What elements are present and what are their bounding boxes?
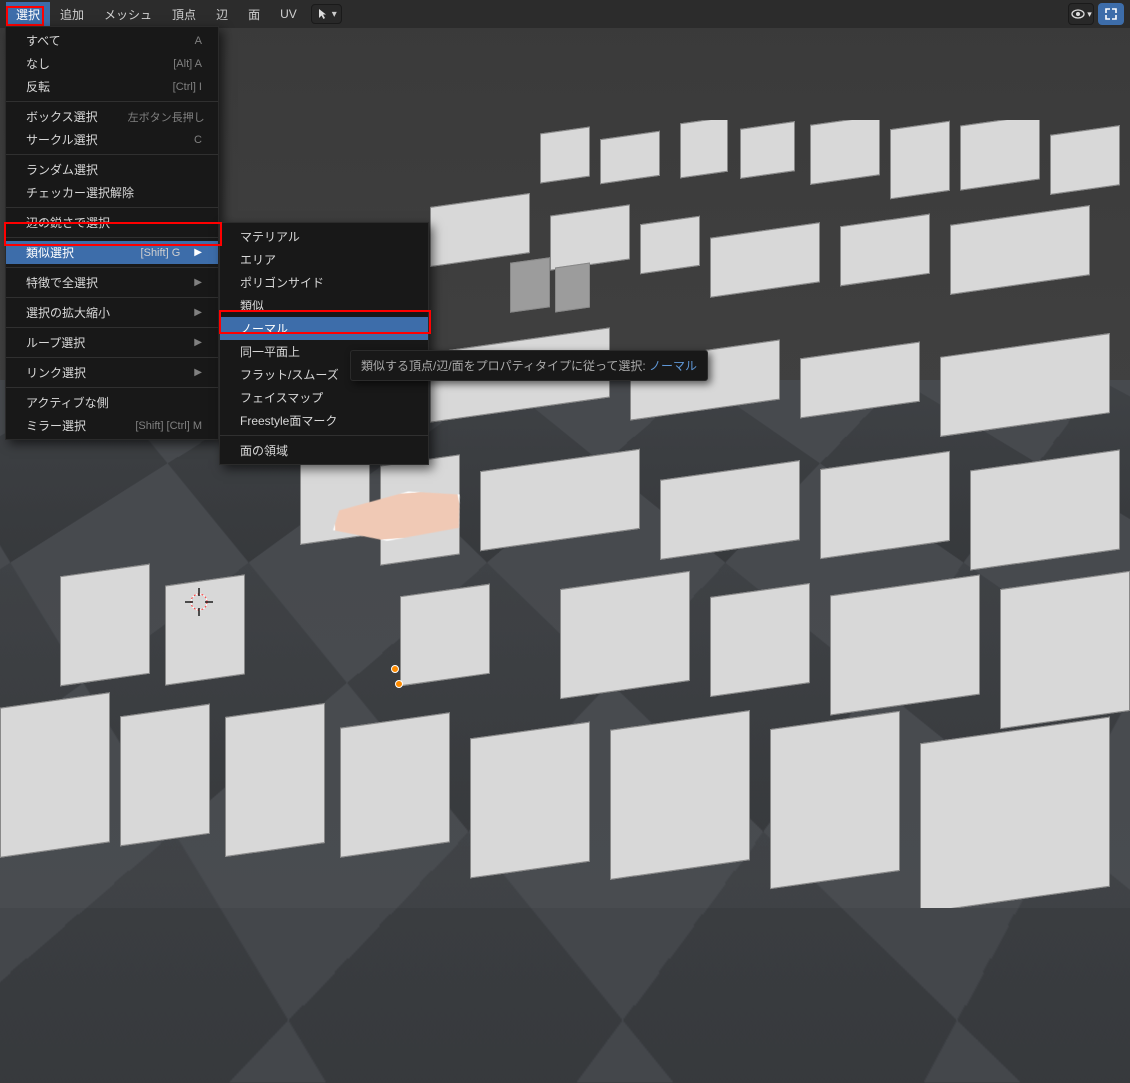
menu-item-all[interactable]: すべて A	[6, 29, 218, 52]
chevron-down-icon: ▾	[1087, 9, 1092, 20]
eye-icon	[1070, 6, 1086, 22]
submenu-item-freestyle-face-mark[interactable]: Freestyle面マーク	[220, 409, 428, 432]
chevron-right-icon: ▶	[194, 367, 202, 378]
submenu-item-normal[interactable]: ノーマル	[220, 317, 428, 340]
menu-item-label: フェイスマップ	[240, 389, 323, 406]
menu-separator	[6, 267, 218, 268]
menu-item-label: ループ選択	[26, 334, 85, 351]
menu-item-select-similar[interactable]: 類似選択 [Shift] G ▶	[6, 241, 218, 264]
menu-item-shortcut: [Alt] A	[173, 58, 202, 70]
visibility-toggle[interactable]: ▾	[1068, 3, 1094, 25]
menu-item-label: 面の領域	[240, 442, 288, 459]
menu-item-label: エリア	[240, 251, 276, 268]
header-toolbar: 選択 追加 メッシュ 頂点 辺 面 UV ▾ ▾	[0, 0, 1130, 28]
expand-icon	[1104, 7, 1118, 21]
menu-item-label: 辺の鋭さで選択	[26, 214, 110, 231]
chevron-down-icon: ▾	[332, 9, 337, 20]
menu-item-label: リンク選択	[26, 364, 86, 381]
menu-item-more-less[interactable]: 選択の拡大縮小 ▶	[6, 301, 218, 324]
menu-item-label: Freestyle面マーク	[240, 412, 337, 429]
menu-item-label: ノーマル	[240, 320, 288, 337]
menu-item-label: ミラー選択	[26, 417, 86, 434]
menu-item-label: 反転	[26, 78, 50, 95]
menu-separator	[6, 207, 218, 208]
submenu-item-polygon-sides[interactable]: ポリゴンサイド	[220, 271, 428, 294]
menu-item-label: アクティブな側	[26, 394, 109, 411]
menu-item-mirror-select[interactable]: ミラー選択 [Shift] [Ctrl] M	[6, 414, 218, 437]
menu-item-label: 特徴で全選択	[26, 274, 98, 291]
menu-item-side-of-active[interactable]: アクティブな側	[6, 391, 218, 414]
menu-item-shortcut: C	[194, 134, 202, 146]
menu-separator	[6, 357, 218, 358]
submenu-item-face-regions[interactable]: 面の領域	[220, 439, 428, 462]
submenu-item-similar[interactable]: 類似	[220, 294, 428, 317]
menu-item-label: ポリゴンサイド	[240, 274, 324, 291]
menu-item-label: 同一平面上	[240, 343, 300, 360]
menu-item-random[interactable]: ランダム選択	[6, 158, 218, 181]
menu-separator	[6, 297, 218, 298]
menu-item-checker-deselect[interactable]: チェッカー選択解除	[6, 181, 218, 204]
tooltip-text: 類似する頂点/辺/面をプロパティタイプに従って選択:	[361, 359, 646, 373]
menu-add[interactable]: 追加	[50, 2, 94, 27]
menu-mesh[interactable]: メッシュ	[94, 2, 162, 27]
menu-item-label: チェッカー選択解除	[26, 184, 134, 201]
menu-edge[interactable]: 辺	[206, 2, 238, 27]
menu-item-invert[interactable]: 反転 [Ctrl] I	[6, 75, 218, 98]
menu-item-label: 類似	[240, 297, 264, 314]
submenu-item-face-map[interactable]: フェイスマップ	[220, 386, 428, 409]
menu-item-label: ボックス選択	[26, 108, 98, 125]
menu-item-label: なし	[26, 55, 50, 72]
origin-point-icon	[391, 665, 399, 673]
menu-item-shortcut: [Ctrl] I	[173, 81, 202, 93]
submenu-item-area[interactable]: エリア	[220, 248, 428, 271]
submenu-item-material[interactable]: マテリアル	[220, 225, 428, 248]
menu-separator	[6, 387, 218, 388]
header-dropdown[interactable]: ▾	[311, 4, 342, 24]
menu-item-shortcut: [Shift] G	[141, 247, 181, 259]
menu-item-label: サークル選択	[26, 131, 98, 148]
menu-separator	[6, 237, 218, 238]
menu-item-all-by-trait[interactable]: 特徴で全選択 ▶	[6, 271, 218, 294]
menu-vertex[interactable]: 頂点	[162, 2, 206, 27]
menu-item-label: 選択の拡大縮小	[26, 304, 110, 321]
menu-item-shortcut: 左ボタン長押し	[128, 109, 205, 125]
tooltip: 類似する頂点/辺/面をプロパティタイプに従って選択: ノーマル	[350, 350, 708, 381]
menu-separator	[6, 154, 218, 155]
menu-item-loop-select[interactable]: ループ選択 ▶	[6, 331, 218, 354]
menu-item-label: フラット/スムーズ	[240, 366, 339, 383]
menu-item-box-select[interactable]: ボックス選択 左ボタン長押し	[6, 105, 218, 128]
menu-item-shortcut: [Shift] [Ctrl] M	[135, 420, 202, 432]
chevron-right-icon: ▶	[194, 277, 202, 288]
menu-select[interactable]: 選択	[6, 2, 50, 27]
menu-item-sharp-edges[interactable]: 辺の鋭さで選択	[6, 211, 218, 234]
menu-item-label: マテリアル	[240, 228, 300, 245]
menu-item-none[interactable]: なし [Alt] A	[6, 52, 218, 75]
tooltip-accent: ノーマル	[649, 359, 697, 373]
menu-item-label: ランダム選択	[26, 161, 98, 178]
menu-separator	[220, 435, 428, 436]
menu-item-label: 類似選択	[26, 244, 74, 261]
menu-separator	[6, 327, 218, 328]
origin-point-icon	[395, 680, 403, 688]
cursor-tool-icon	[316, 7, 330, 21]
cursor-3d-icon	[183, 586, 215, 618]
menu-separator	[6, 101, 218, 102]
chevron-right-icon: ▶	[194, 247, 202, 258]
menu-item-label: すべて	[26, 32, 61, 49]
menu-uv[interactable]: UV	[270, 3, 307, 25]
select-menu: すべて A なし [Alt] A 反転 [Ctrl] I ボックス選択 左ボタン…	[5, 26, 219, 440]
menu-item-shortcut: A	[195, 35, 202, 47]
menu-item-circle-select[interactable]: サークル選択 C	[6, 128, 218, 151]
menu-item-linked-select[interactable]: リンク選択 ▶	[6, 361, 218, 384]
select-similar-submenu: マテリアル エリア ポリゴンサイド 類似 ノーマル 同一平面上 フラット/スムー…	[219, 222, 429, 465]
expand-button[interactable]	[1098, 3, 1124, 25]
chevron-right-icon: ▶	[194, 337, 202, 348]
chevron-right-icon: ▶	[194, 307, 202, 318]
menu-face[interactable]: 面	[238, 2, 270, 27]
header-right-tools: ▾	[1068, 0, 1124, 28]
